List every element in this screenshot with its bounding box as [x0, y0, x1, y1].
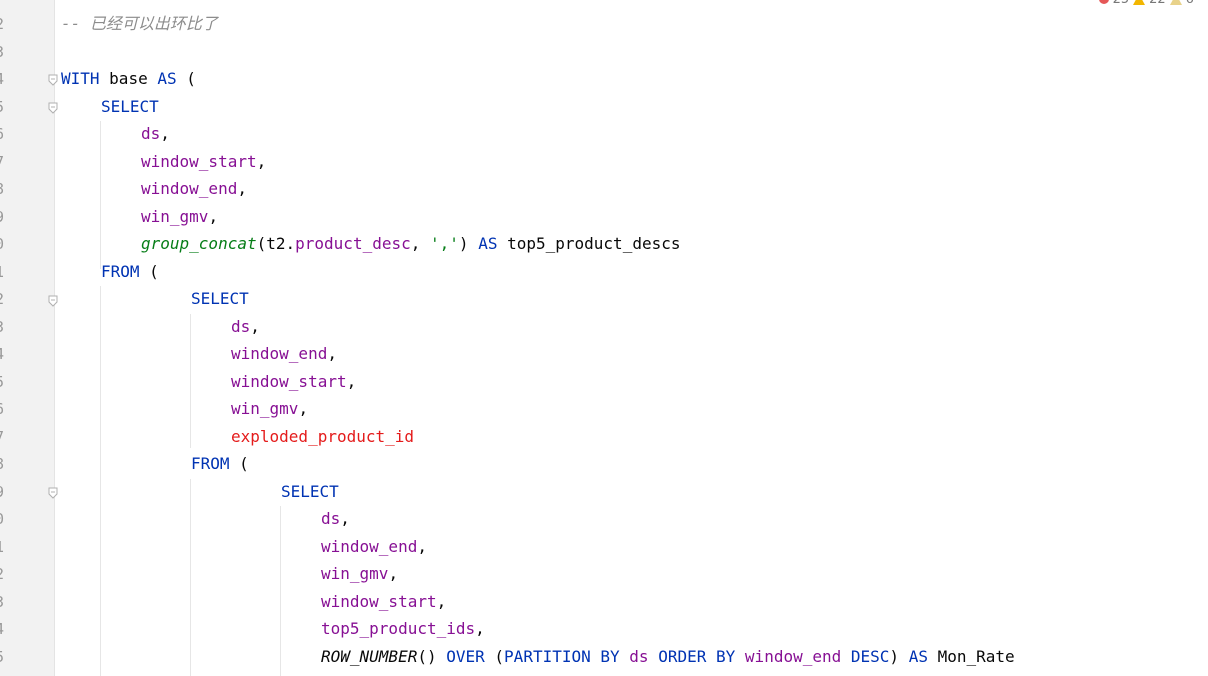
code-line: window_end,: [321, 536, 427, 558]
code-line: FROM (: [191, 453, 249, 475]
column: ds: [141, 124, 161, 143]
column: window_start: [141, 152, 257, 171]
punctuation: ,: [208, 207, 219, 226]
punctuation: ,: [237, 179, 247, 198]
code-line: window_start,: [231, 371, 356, 393]
code-line: window_start,: [321, 591, 446, 613]
punctuation: ,: [346, 372, 357, 391]
keyword: BY: [716, 647, 736, 666]
code-line: -- 已经可以出环比了: [61, 13, 218, 35]
code-line: SELECT: [281, 481, 339, 503]
code-line: top5_product_ids,: [321, 618, 485, 640]
column: ds: [231, 317, 251, 336]
keyword: SELECT: [191, 289, 249, 308]
column: ds: [321, 509, 341, 528]
punctuation: ,: [417, 537, 427, 556]
punctuation: ,: [160, 124, 170, 143]
column: ds: [629, 647, 649, 666]
indent-guide: [100, 286, 101, 676]
indent-guide: [190, 479, 191, 676]
column: window_end: [321, 537, 418, 556]
keyword: DESC: [850, 647, 890, 666]
identifier: t2.: [266, 234, 296, 253]
code-line: exploded_product_id: [231, 426, 414, 448]
punctuation: ,: [327, 344, 337, 363]
string-literal: ',': [430, 234, 459, 253]
indent-guide: [100, 121, 101, 269]
code-line: FROM (: [101, 261, 159, 283]
punctuation: (: [256, 234, 267, 253]
identifier: base: [109, 69, 148, 88]
indent-guide: [190, 314, 191, 448]
keyword: SELECT: [101, 97, 159, 116]
comment: -- 已经可以出环比了: [61, 14, 218, 33]
keyword: FROM: [191, 454, 230, 473]
punctuation: ,: [250, 317, 260, 336]
punctuation: ,: [436, 592, 447, 611]
punctuation: ): [458, 234, 469, 253]
function: group_concat: [141, 234, 257, 253]
code-line: WITH base AS (: [61, 68, 196, 90]
code-line: ds,: [321, 508, 350, 530]
punctuation: (): [417, 647, 437, 666]
punctuation: (: [149, 262, 159, 281]
column: window_end: [744, 647, 842, 666]
punctuation: ,: [340, 509, 350, 528]
column: window_start: [231, 372, 347, 391]
code-line: SELECT: [191, 288, 249, 310]
code-line: window_start,: [141, 151, 266, 173]
keyword: FROM: [101, 262, 140, 281]
keyword: SELECT: [281, 482, 339, 501]
keyword: AS: [908, 647, 928, 666]
keyword: BY: [600, 647, 620, 666]
code-editor[interactable]: -- 已经可以出环比了 WITH base AS ( SELECT ds, wi…: [0, 0, 1208, 676]
code-line: ROW_NUMBER() OVER (PARTITION BY ds ORDER…: [321, 646, 1015, 668]
code-line: window_end,: [231, 343, 337, 365]
punctuation: (: [186, 69, 196, 88]
keyword: AS: [157, 69, 177, 88]
code-line: ds,: [231, 316, 260, 338]
punctuation: ,: [410, 234, 430, 253]
keyword: ORDER: [658, 647, 707, 666]
keyword: WITH: [61, 69, 100, 88]
code-line: win_gmv,: [141, 206, 218, 228]
code-line: win_gmv,: [321, 563, 398, 585]
keyword: AS: [478, 234, 498, 253]
function: ROW_NUMBER: [321, 647, 418, 666]
code-line: window_end,: [141, 178, 247, 200]
identifier: top5_product_descs: [507, 234, 681, 253]
identifier: Mon_Rate: [937, 647, 1015, 666]
punctuation: ): [889, 647, 900, 666]
column: window_end: [141, 179, 238, 198]
keyword: PARTITION: [504, 647, 591, 666]
unresolved-column: exploded_product_id: [231, 427, 415, 446]
column: window_end: [231, 344, 328, 363]
punctuation: ,: [256, 152, 267, 171]
keyword: OVER: [446, 647, 485, 666]
punctuation: (: [239, 454, 249, 473]
punctuation: ,: [388, 564, 399, 583]
column: window_start: [321, 592, 437, 611]
column: win_gmv: [231, 399, 299, 418]
punctuation: ,: [475, 619, 485, 638]
column: top5_product_ids: [321, 619, 476, 638]
code-line: ds,: [141, 123, 170, 145]
code-line: group_concat(t2.product_desc, ',') AS to…: [141, 233, 680, 255]
column: win_gmv: [141, 207, 209, 226]
punctuation: ,: [298, 399, 309, 418]
column: product_desc: [295, 234, 411, 253]
indent-guide: [280, 506, 281, 676]
punctuation: (: [494, 647, 505, 666]
code-line: SELECT: [101, 96, 159, 118]
column: win_gmv: [321, 564, 389, 583]
code-line: win_gmv,: [231, 398, 308, 420]
